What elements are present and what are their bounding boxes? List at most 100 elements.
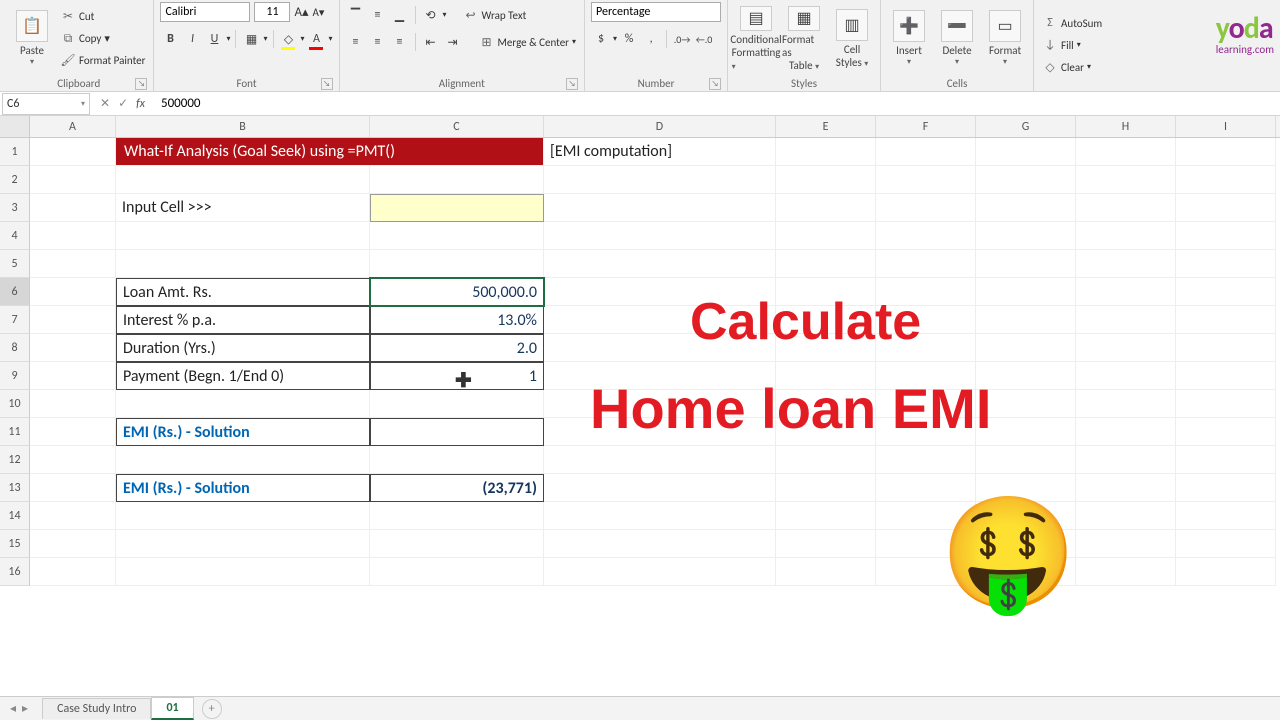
- cell[interactable]: [116, 390, 370, 418]
- row-header[interactable]: 2: [0, 166, 30, 194]
- cell[interactable]: [544, 194, 776, 222]
- copy-button[interactable]: ⧉Copy ▾: [58, 29, 147, 49]
- cell[interactable]: [370, 446, 544, 474]
- wrap-text-button[interactable]: ↩Wrap Text: [461, 5, 529, 25]
- cell[interactable]: [30, 502, 116, 530]
- cell[interactable]: [776, 222, 876, 250]
- cell[interactable]: [370, 390, 544, 418]
- cell[interactable]: [976, 334, 1076, 362]
- format-painter-button[interactable]: 🖌Format Painter: [58, 51, 147, 71]
- cut-button[interactable]: ✂Cut: [58, 7, 147, 27]
- cell[interactable]: [1176, 334, 1276, 362]
- cell[interactable]: [EMI computation]: [544, 138, 776, 166]
- cell[interactable]: [976, 278, 1076, 306]
- cell[interactable]: [544, 530, 776, 558]
- sheet-tab[interactable]: Case Study Intro: [42, 698, 151, 719]
- cell[interactable]: Interest % p.a.: [116, 306, 370, 334]
- cell[interactable]: [876, 250, 976, 278]
- cell[interactable]: [544, 166, 776, 194]
- cell[interactable]: [1076, 138, 1176, 166]
- cell[interactable]: [30, 390, 116, 418]
- name-box[interactable]: C6▾: [2, 93, 90, 115]
- col-header[interactable]: E: [776, 116, 876, 137]
- align-left-icon[interactable]: ≡: [346, 32, 366, 52]
- col-header[interactable]: G: [976, 116, 1076, 137]
- cell[interactable]: Payment (Begn. 1/End 0): [116, 362, 370, 390]
- cell[interactable]: [30, 558, 116, 586]
- insert-cells-button[interactable]: ➕Insert▾: [887, 6, 931, 72]
- col-header[interactable]: C: [370, 116, 544, 137]
- align-top-icon[interactable]: ▔: [346, 5, 366, 25]
- dialog-launcher-icon[interactable]: ↘: [566, 78, 578, 90]
- bold-button[interactable]: B: [160, 29, 180, 49]
- col-header[interactable]: F: [876, 116, 976, 137]
- cell[interactable]: [1176, 306, 1276, 334]
- row-header[interactable]: 6: [0, 278, 30, 306]
- cell[interactable]: [370, 166, 544, 194]
- cell[interactable]: [30, 278, 116, 306]
- tab-next-icon[interactable]: ▸: [22, 701, 28, 716]
- row-header[interactable]: 3: [0, 194, 30, 222]
- row-header[interactable]: 4: [0, 222, 30, 250]
- cell[interactable]: [976, 222, 1076, 250]
- cell[interactable]: EMI (Rs.) - Solution: [116, 418, 370, 446]
- font-size-input[interactable]: [254, 2, 290, 22]
- cell-banner[interactable]: What-If Analysis (Goal Seek) using =PMT(…: [116, 138, 544, 166]
- cell[interactable]: [776, 474, 876, 502]
- cell[interactable]: [544, 446, 776, 474]
- cell[interactable]: [776, 530, 876, 558]
- col-header[interactable]: D: [544, 116, 776, 137]
- cell[interactable]: [30, 250, 116, 278]
- col-header[interactable]: A: [30, 116, 116, 137]
- cell[interactable]: [370, 502, 544, 530]
- cell[interactable]: [1176, 474, 1276, 502]
- cell[interactable]: [1176, 418, 1276, 446]
- row-header[interactable]: 13: [0, 474, 30, 502]
- cell[interactable]: [1176, 530, 1276, 558]
- cell[interactable]: (23,771): [370, 474, 544, 502]
- cell-selected[interactable]: 500,000.0: [370, 278, 544, 306]
- cell[interactable]: [1176, 222, 1276, 250]
- cell[interactable]: [1176, 278, 1276, 306]
- cell[interactable]: [776, 558, 876, 586]
- cell[interactable]: [116, 502, 370, 530]
- row-header[interactable]: 1: [0, 138, 30, 166]
- font-color-button[interactable]: A: [307, 29, 327, 49]
- border-button[interactable]: ▦: [241, 29, 261, 49]
- cell[interactable]: [1176, 558, 1276, 586]
- dialog-launcher-icon[interactable]: ↘: [709, 78, 721, 90]
- cell[interactable]: [30, 194, 116, 222]
- cell[interactable]: EMI (Rs.) - Solution: [116, 474, 370, 502]
- cell[interactable]: [116, 530, 370, 558]
- cancel-formula-icon[interactable]: ✕: [100, 96, 110, 111]
- cell[interactable]: [776, 138, 876, 166]
- increase-indent-icon[interactable]: ⇥: [443, 32, 463, 52]
- cell[interactable]: [976, 166, 1076, 194]
- row-header[interactable]: 7: [0, 306, 30, 334]
- cell[interactable]: [544, 474, 776, 502]
- cell[interactable]: [30, 222, 116, 250]
- cell[interactable]: [876, 138, 976, 166]
- cell[interactable]: [116, 222, 370, 250]
- cell[interactable]: [30, 418, 116, 446]
- cell[interactable]: [1076, 194, 1176, 222]
- orientation-icon[interactable]: ⟲: [421, 5, 441, 25]
- paste-button[interactable]: 📋 Paste ▾: [10, 6, 54, 72]
- cell[interactable]: [776, 502, 876, 530]
- cell[interactable]: [1076, 474, 1176, 502]
- cell[interactable]: [876, 446, 976, 474]
- number-format-select[interactable]: [591, 2, 721, 22]
- cell[interactable]: [116, 166, 370, 194]
- row-header[interactable]: 5: [0, 250, 30, 278]
- cell[interactable]: [876, 194, 976, 222]
- cell[interactable]: [1176, 390, 1276, 418]
- cell[interactable]: [30, 362, 116, 390]
- underline-button[interactable]: U: [204, 29, 224, 49]
- accept-formula-icon[interactable]: ✓: [118, 96, 128, 111]
- cell[interactable]: [116, 446, 370, 474]
- cell[interactable]: [370, 250, 544, 278]
- cell[interactable]: [1176, 362, 1276, 390]
- cell[interactable]: [370, 222, 544, 250]
- dialog-launcher-icon[interactable]: ↘: [321, 78, 333, 90]
- decrease-decimal-icon[interactable]: ←.0: [694, 29, 714, 49]
